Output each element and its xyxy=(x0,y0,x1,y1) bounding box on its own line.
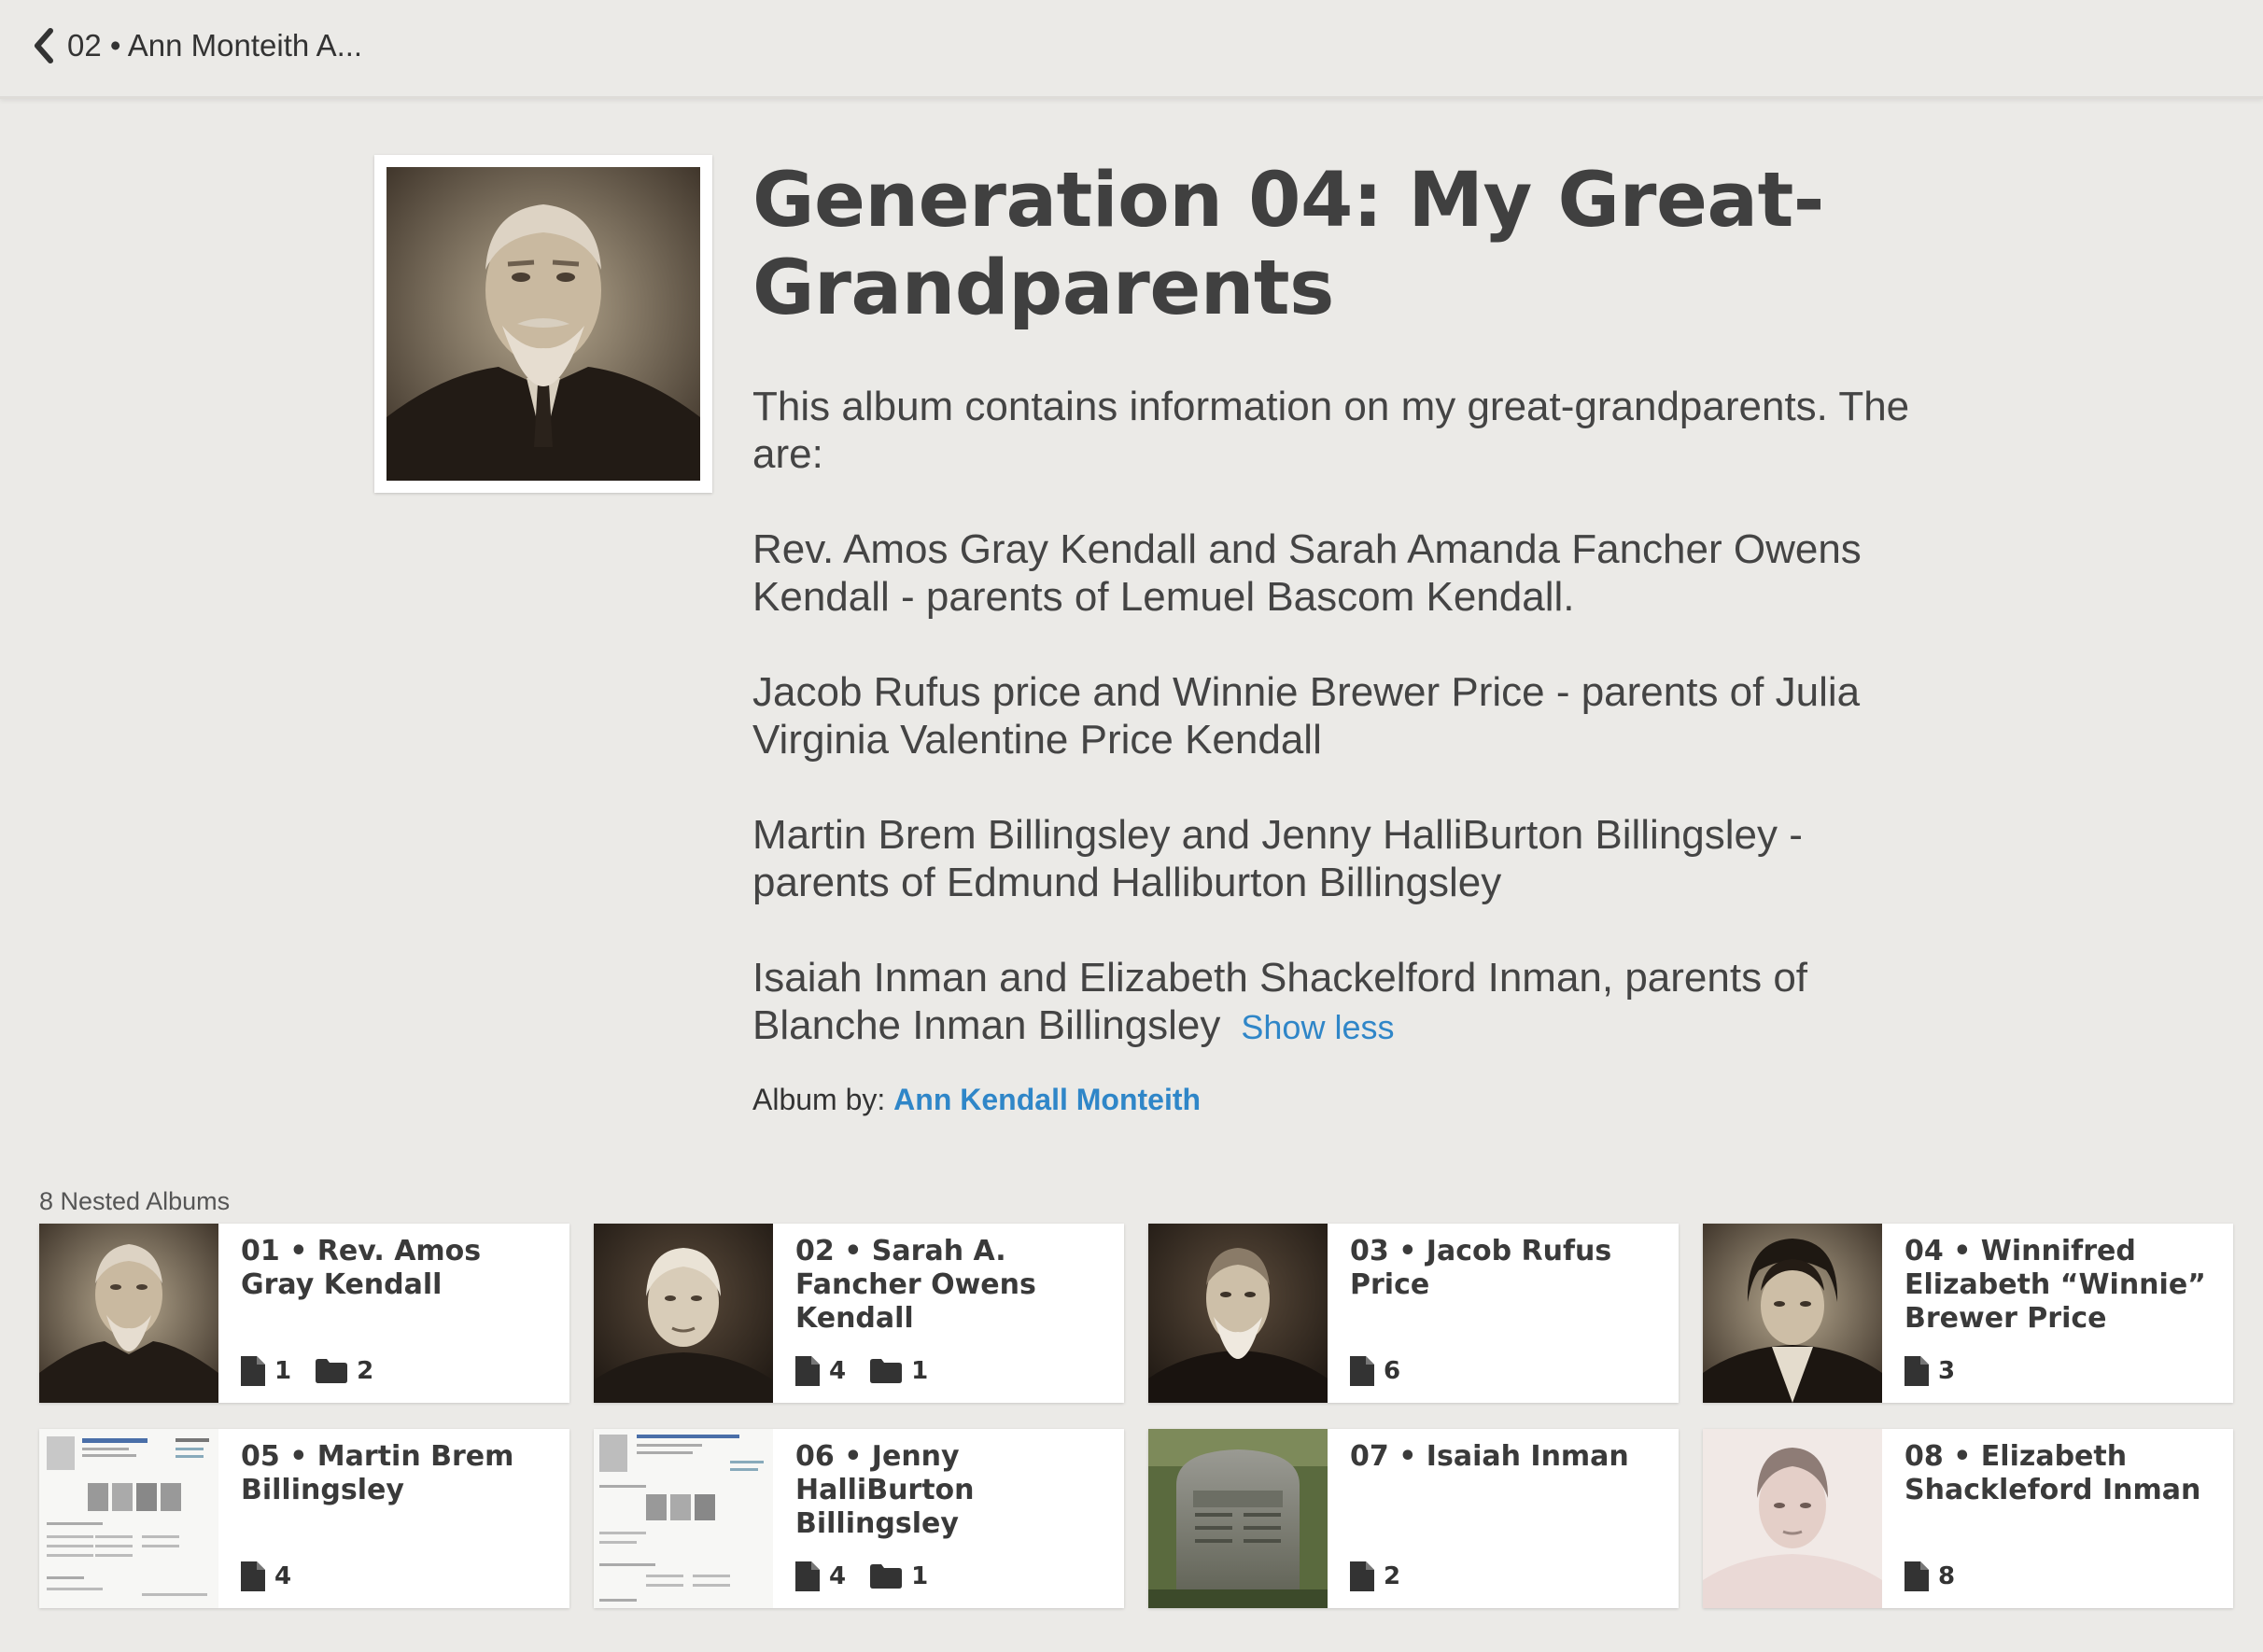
album-counts: 6 xyxy=(1350,1356,1425,1386)
album-thumbnail xyxy=(39,1224,218,1403)
file-count-value: 1 xyxy=(274,1357,292,1385)
file-count: 8 xyxy=(1905,1561,1955,1591)
album-thumbnail xyxy=(1148,1429,1328,1608)
album-thumbnail xyxy=(1703,1429,1882,1608)
nested-albums-label: 8 Nested Albums xyxy=(39,1187,231,1215)
album-card[interactable]: 02 • Sarah A. Fancher Owens Kendall 4 1 xyxy=(594,1224,1124,1403)
file-count: 6 xyxy=(1350,1356,1400,1386)
file-icon xyxy=(241,1356,265,1386)
album-thumbnail xyxy=(1148,1224,1328,1403)
album-by-label: Album by: xyxy=(752,1083,886,1116)
album-card-body: 01 • Rev. Amos Gray Kendall 1 2 xyxy=(218,1224,569,1403)
album-description: This album contains information on my gr… xyxy=(752,383,1910,1051)
folder-count: 1 xyxy=(870,1562,928,1590)
album-card[interactable]: 07 • Isaiah Inman 2 xyxy=(1148,1429,1679,1608)
album-card-body: 06 • Jenny HalliBurton Billingsley 4 1 xyxy=(773,1429,1124,1608)
album-card[interactable]: 08 • Elizabeth Shackleford Inman 8 xyxy=(1703,1429,2233,1608)
folder-count: 2 xyxy=(316,1357,373,1385)
album-card-body: 05 • Martin Brem Billingsley 4 xyxy=(218,1429,569,1608)
album-title: Generation 04: My Great-Grandparents xyxy=(752,157,1824,332)
album-thumbnail xyxy=(594,1224,773,1403)
file-icon xyxy=(1350,1561,1374,1591)
album-counts: 4 1 xyxy=(795,1356,952,1386)
album-counts: 2 xyxy=(1350,1561,1425,1591)
file-count-value: 4 xyxy=(829,1562,847,1590)
album-card-title: 02 • Sarah A. Fancher Owens Kendall xyxy=(795,1235,1036,1335)
album-counts: 3 xyxy=(1905,1356,1979,1386)
cover-portrait-image xyxy=(387,167,700,481)
file-icon xyxy=(1905,1356,1929,1386)
folder-icon xyxy=(870,1564,903,1589)
album-card[interactable]: 03 • Jacob Rufus Price 6 xyxy=(1148,1224,1679,1403)
file-icon xyxy=(795,1561,820,1591)
album-cover-photo xyxy=(374,155,712,493)
album-card-body: 07 • Isaiah Inman 2 xyxy=(1328,1429,1679,1608)
album-card-title: 03 • Jacob Rufus Price xyxy=(1350,1235,1612,1301)
album-byline: Album by: Ann Kendall Monteith xyxy=(752,1083,1910,1117)
back-button[interactable]: 02 • Ann Monteith A... xyxy=(32,22,362,69)
description-paragraph: This album contains information on my gr… xyxy=(752,384,1910,477)
file-count: 1 xyxy=(241,1356,291,1386)
show-less-link[interactable]: Show less xyxy=(1241,1008,1394,1046)
folder-icon xyxy=(870,1359,903,1383)
album-card-title: 04 • Winnifred Elizabeth “Winnie” Brewer… xyxy=(1905,1235,2206,1335)
file-count: 4 xyxy=(795,1561,846,1591)
file-count: 3 xyxy=(1905,1356,1955,1386)
file-count: 4 xyxy=(795,1356,846,1386)
album-card[interactable]: 05 • Martin Brem Billingsley 4 xyxy=(39,1429,569,1608)
top-bar: 02 • Ann Monteith A... xyxy=(0,0,2263,99)
file-count-value: 4 xyxy=(274,1562,292,1590)
album-card-body: 03 • Jacob Rufus Price 6 xyxy=(1328,1224,1679,1403)
description-paragraph: Martin Brem Billingsley and Jenny HalliB… xyxy=(752,812,1803,905)
album-card-title: 01 • Rev. Amos Gray Kendall xyxy=(241,1235,482,1301)
file-count: 2 xyxy=(1350,1561,1400,1591)
file-icon xyxy=(1905,1561,1929,1591)
album-counts: 8 xyxy=(1905,1561,1979,1591)
file-count-value: 2 xyxy=(1384,1562,1401,1590)
file-icon xyxy=(1350,1356,1374,1386)
album-card-body: 04 • Winnifred Elizabeth “Winnie” Brewer… xyxy=(1882,1224,2233,1403)
chevron-left-icon xyxy=(35,28,53,63)
author-link[interactable]: Ann Kendall Monteith xyxy=(893,1083,1201,1116)
file-count-value: 8 xyxy=(1938,1562,1956,1590)
album-thumbnail xyxy=(1703,1224,1882,1403)
album-card-title: 06 • Jenny HalliBurton Billingsley xyxy=(795,1440,975,1540)
folder-count-value: 1 xyxy=(911,1357,929,1385)
folder-icon xyxy=(316,1359,348,1383)
album-thumbnail xyxy=(594,1429,773,1608)
album-info: Generation 04: My Great-Grandparents Thi… xyxy=(752,157,1910,1117)
album-card[interactable]: 01 • Rev. Amos Gray Kendall 1 2 xyxy=(39,1224,569,1403)
description-paragraph: Jacob Rufus price and Winnie Brewer Pric… xyxy=(752,669,1861,763)
album-card[interactable]: 04 • Winnifred Elizabeth “Winnie” Brewer… xyxy=(1703,1224,2233,1403)
album-card-body: 08 • Elizabeth Shackleford Inman 8 xyxy=(1882,1429,2233,1608)
album-card-title: 08 • Elizabeth Shackleford Inman xyxy=(1905,1440,2201,1506)
file-icon xyxy=(241,1561,265,1591)
nested-albums-grid: 01 • Rev. Amos Gray Kendall 1 2 02 • Sar… xyxy=(39,1224,2233,1608)
description-paragraph: Isaiah Inman and Elizabeth Shackelford I… xyxy=(752,954,1910,1051)
album-thumbnail xyxy=(39,1429,218,1608)
folder-count-value: 1 xyxy=(911,1562,929,1590)
file-count-value: 6 xyxy=(1384,1357,1401,1385)
folder-count-value: 2 xyxy=(357,1357,374,1385)
album-card[interactable]: 06 • Jenny HalliBurton Billingsley 4 1 xyxy=(594,1429,1124,1608)
back-label: 02 • Ann Monteith A... xyxy=(67,28,363,63)
album-counts: 4 1 xyxy=(795,1561,952,1591)
file-count-value: 4 xyxy=(829,1357,847,1385)
album-card-title: 07 • Isaiah Inman xyxy=(1350,1440,1629,1473)
album-card-title: 05 • Martin Brem Billingsley xyxy=(241,1440,514,1506)
file-count-value: 3 xyxy=(1938,1357,1956,1385)
file-icon xyxy=(795,1356,820,1386)
album-counts: 4 xyxy=(241,1561,316,1591)
album-counts: 1 2 xyxy=(241,1356,398,1386)
file-count: 4 xyxy=(241,1561,291,1591)
album-card-body: 02 • Sarah A. Fancher Owens Kendall 4 1 xyxy=(773,1224,1124,1403)
description-paragraph: Rev. Amos Gray Kendall and Sarah Amanda … xyxy=(752,526,1862,620)
folder-count: 1 xyxy=(870,1357,928,1385)
